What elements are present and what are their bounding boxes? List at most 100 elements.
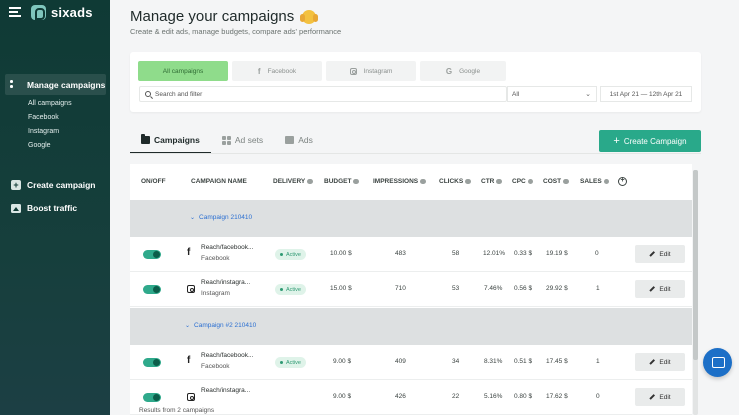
column-header-label: CPC bbox=[512, 178, 526, 185]
ad-name[interactable]: Reach/facebook... bbox=[201, 352, 253, 359]
sidebar-item-create-campaign[interactable]: + Create campaign bbox=[11, 180, 96, 190]
search-input[interactable] bbox=[155, 90, 455, 98]
campaign-toggle[interactable] bbox=[143, 393, 161, 402]
sidebar-subitem-all-campaigns[interactable]: All campaigns bbox=[28, 100, 72, 107]
tab-label: Ads bbox=[298, 135, 313, 145]
tab-ad-sets[interactable]: Ad sets bbox=[211, 130, 274, 154]
cost-cell: 29.92 $ bbox=[546, 285, 568, 292]
info-icon[interactable] bbox=[603, 178, 610, 185]
info-icon[interactable] bbox=[527, 178, 534, 185]
date-range-picker[interactable]: 1st Apr 21 — 12th Apr 21 bbox=[600, 86, 692, 102]
campaign-group-name: Campaign #2 210410 bbox=[194, 322, 257, 329]
campaign-group-label[interactable]: ⌄ Campaign 210410 bbox=[190, 214, 252, 221]
table-row: f Reach/facebook... Facebook Active 9.00… bbox=[130, 345, 692, 380]
column-header-delivery[interactable]: DELIVERY bbox=[273, 178, 313, 185]
tab-campaigns[interactable]: Campaigns bbox=[130, 130, 211, 154]
sidebar-item-manage-campaigns[interactable]: Manage campaigns bbox=[5, 74, 106, 95]
filter-tab-all-campaigns[interactable]: All campaigns bbox=[138, 61, 228, 81]
sidebar-subitem-facebook[interactable]: Facebook bbox=[28, 114, 59, 121]
instagram-icon bbox=[349, 67, 357, 75]
filter-tab-facebook[interactable]: f Facebook bbox=[232, 61, 322, 81]
status-badge: Active bbox=[275, 284, 306, 295]
image-icon bbox=[285, 136, 295, 144]
cpc-cell: 0.80 $ bbox=[514, 393, 533, 400]
tab-label: Ad sets bbox=[234, 135, 264, 145]
cpc-cell: 0.51 $ bbox=[514, 358, 533, 365]
column-header-cpc[interactable]: CPC bbox=[512, 178, 534, 185]
add-column-icon[interactable]: + bbox=[618, 177, 627, 186]
column-header-sales[interactable]: SALES bbox=[580, 178, 610, 185]
search-field[interactable] bbox=[139, 86, 507, 102]
table-header: ON/OFF CAMPAIGN NAME DELIVERY BUDGET IMP… bbox=[130, 164, 692, 200]
ctr-cell: 5.16% bbox=[484, 393, 503, 400]
status-badge: Active bbox=[275, 357, 306, 368]
tab-ads[interactable]: Ads bbox=[274, 130, 324, 154]
cost-cell: 19.19 $ bbox=[546, 250, 568, 257]
ad-name[interactable]: Reach/instagra... bbox=[201, 279, 250, 286]
column-header-clicks[interactable]: CLICKS bbox=[439, 178, 471, 185]
info-icon[interactable] bbox=[307, 178, 313, 185]
column-header-campaign-name[interactable]: CAMPAIGN NAME bbox=[191, 178, 247, 185]
status-select[interactable]: All ⌄ bbox=[507, 86, 597, 102]
campaign-group-row[interactable]: ⌄ Campaign 210410 bbox=[130, 200, 692, 237]
date-range-value: 1st Apr 21 — 12th Apr 21 bbox=[609, 90, 683, 98]
sales-cell: 0 bbox=[596, 393, 600, 400]
edit-button[interactable]: Edit bbox=[635, 245, 685, 263]
info-icon[interactable] bbox=[420, 178, 426, 185]
results-count: Results from 2 campaigns bbox=[139, 407, 215, 414]
campaign-toggle[interactable] bbox=[143, 250, 161, 259]
logo[interactable]: sixads bbox=[31, 4, 93, 20]
tab-label: Campaigns bbox=[154, 135, 200, 145]
menu-collapse-icon[interactable] bbox=[9, 7, 23, 17]
ctr-cell: 7.46% bbox=[484, 285, 503, 292]
page-title: Manage your campaigns bbox=[130, 8, 319, 25]
sales-cell: 1 bbox=[596, 285, 600, 292]
filter-tab-instagram[interactable]: Instagram bbox=[326, 61, 416, 81]
plus-icon: + bbox=[613, 134, 620, 147]
google-icon: G bbox=[445, 66, 453, 76]
campaign-toggle[interactable] bbox=[143, 285, 161, 294]
clicks-cell: 34 bbox=[452, 358, 460, 365]
chat-support-button[interactable] bbox=[703, 348, 732, 377]
column-header-ctr[interactable]: CTR bbox=[481, 178, 502, 185]
column-header-cost[interactable]: COST bbox=[543, 178, 569, 185]
edit-button[interactable]: Edit bbox=[635, 388, 685, 406]
sidebar-subitem-instagram[interactable]: Instagram bbox=[28, 128, 59, 135]
pencil-icon bbox=[649, 359, 656, 365]
scrollbar-thumb[interactable] bbox=[693, 170, 698, 360]
column-header-label: IMPRESSIONS bbox=[373, 178, 419, 185]
sidebar-subitem-google[interactable]: Google bbox=[28, 142, 51, 149]
column-header-label: CAMPAIGN NAME bbox=[191, 178, 247, 185]
campaign-group-label[interactable]: ⌄ Campaign #2 210410 bbox=[185, 322, 256, 329]
status-badge: Active bbox=[275, 249, 306, 260]
tabs-divider bbox=[130, 153, 701, 154]
table-scrollbar[interactable] bbox=[693, 170, 698, 415]
filter-tab-google[interactable]: G Google bbox=[420, 61, 506, 81]
info-icon[interactable] bbox=[465, 178, 471, 185]
column-header-budget[interactable]: BUDGET bbox=[324, 178, 359, 185]
ad-name[interactable]: Reach/facebook... bbox=[201, 244, 253, 251]
info-icon[interactable] bbox=[496, 178, 502, 185]
create-campaign-button[interactable]: + Create Campaign bbox=[599, 130, 701, 152]
ctr-cell: 8.31% bbox=[484, 358, 503, 365]
sidebar-item-label: Create campaign bbox=[27, 180, 96, 190]
edit-button[interactable]: Edit bbox=[635, 280, 685, 298]
filter-card: All campaigns f Facebook Instagram G Goo… bbox=[130, 52, 701, 112]
facebook-icon: f bbox=[187, 247, 191, 258]
pencil-icon bbox=[649, 394, 656, 400]
plus-icon: + bbox=[11, 180, 21, 190]
sales-cell: 1 bbox=[596, 358, 600, 365]
ad-name[interactable]: Reach/instagra... bbox=[201, 387, 250, 394]
campaigns-table: ON/OFF CAMPAIGN NAME DELIVERY BUDGET IMP… bbox=[130, 164, 692, 415]
impressions-cell: 710 bbox=[395, 285, 406, 292]
info-icon[interactable] bbox=[353, 178, 359, 185]
column-header-impressions[interactable]: IMPRESSIONS bbox=[373, 178, 426, 185]
info-icon[interactable] bbox=[563, 178, 569, 185]
sidebar-item-boost-traffic[interactable]: Boost traffic bbox=[11, 203, 77, 213]
edit-button[interactable]: Edit bbox=[635, 353, 685, 371]
campaign-group-row[interactable]: ⌄ Campaign #2 210410 bbox=[130, 308, 692, 345]
clicks-cell: 58 bbox=[452, 250, 460, 257]
filter-tab-label: Google bbox=[459, 67, 481, 75]
table-row: f Reach/facebook... Facebook Active 10.0… bbox=[130, 237, 692, 272]
campaign-toggle[interactable] bbox=[143, 358, 161, 367]
